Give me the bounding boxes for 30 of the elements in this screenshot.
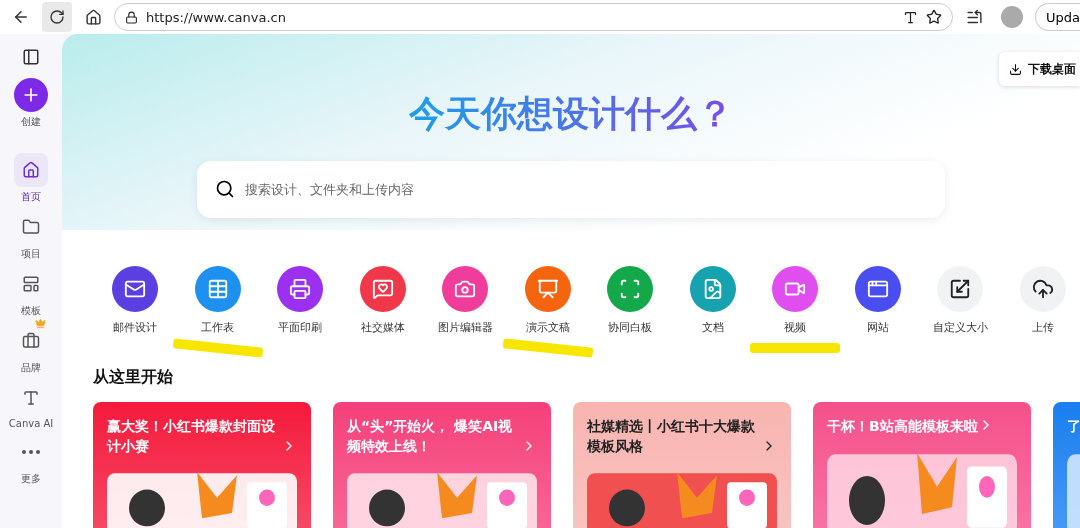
sidebar-label: Canva AI bbox=[8, 418, 54, 429]
design-type-label: 图片编辑器 bbox=[437, 320, 493, 335]
design-type-label: 网站 bbox=[866, 320, 889, 335]
sidebar-label: 项目 bbox=[21, 247, 41, 261]
sidebar-label: 首页 bbox=[21, 190, 41, 204]
design-type-label: 工作表 bbox=[201, 320, 235, 335]
design-type-label: 演示文稿 bbox=[525, 320, 570, 335]
design-type-label: 视频 bbox=[784, 320, 807, 335]
card-title: 从“头”开始火， 爆笑AI视频特效上线！ bbox=[347, 417, 514, 457]
sidebar-label: 模板 bbox=[21, 304, 41, 318]
design-type-label: 文档 bbox=[701, 320, 724, 335]
search-field[interactable]: 搜索设计、文件夹和上传内容 bbox=[197, 161, 945, 218]
card-title: 干杯！B站高能模板来啦 bbox=[827, 417, 978, 436]
design-type-label: 上传 bbox=[1031, 320, 1054, 335]
card-title: 社媒精选丨小红书十大爆款模板风格 bbox=[587, 417, 756, 457]
promo-card[interactable]: 了 bbox=[1053, 402, 1080, 528]
sidebar-label: 更多 bbox=[21, 472, 41, 486]
section-title: 从这里开始 bbox=[93, 367, 174, 388]
design-type-label: 平面印刷 bbox=[278, 320, 323, 335]
sidebar-label: 品牌 bbox=[21, 361, 41, 375]
promo-card[interactable]: 社媒精选丨小红书十大爆款模板风格 bbox=[573, 402, 791, 528]
card-title: 了 bbox=[1067, 417, 1080, 436]
design-type-label: 社交媒体 bbox=[360, 320, 405, 335]
design-type-label: 协同白板 bbox=[608, 320, 653, 335]
card-title: 赢大奖！小红书爆款封面设计小赛 bbox=[107, 417, 276, 457]
design-type-label: 自定义大小 bbox=[932, 320, 988, 335]
design-type-label: 邮件设计 bbox=[113, 320, 158, 335]
sidebar-label: 创建 bbox=[21, 115, 41, 129]
download-app-button[interactable]: 下载桌面 bbox=[999, 52, 1080, 86]
promo-card[interactable]: 赢大奖！小红书爆款封面设计小赛 bbox=[93, 402, 311, 528]
